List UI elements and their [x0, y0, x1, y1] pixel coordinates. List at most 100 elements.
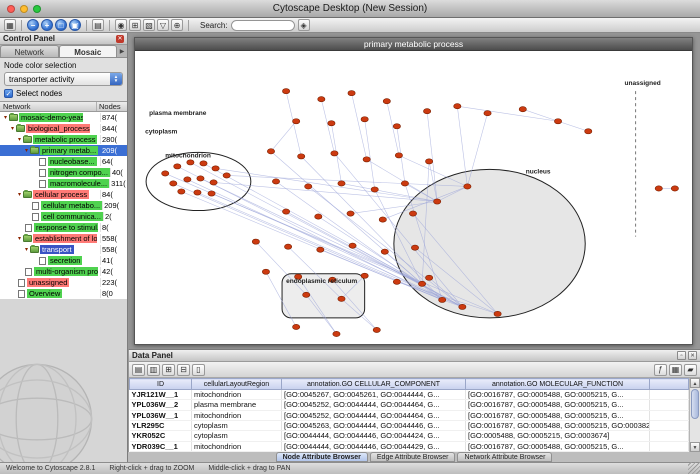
table-cell[interactable]: cytoplasm: [192, 420, 282, 430]
network-node[interactable]: [371, 187, 378, 192]
show-graphics-details-icon[interactable]: ▤: [92, 19, 104, 31]
network-node[interactable]: [317, 247, 324, 252]
network-node[interactable]: [282, 89, 289, 94]
network-node[interactable]: [162, 171, 169, 176]
network-edge[interactable]: [271, 121, 296, 151]
network-edge[interactable]: [352, 93, 367, 159]
tree-row[interactable]: nucleobase...64(: [0, 156, 127, 167]
tree-column-nodes[interactable]: Nodes: [97, 102, 127, 111]
import-attributes-icon[interactable]: ▦: [669, 364, 682, 376]
network-node[interactable]: [331, 151, 338, 156]
zoom-to-fit-icon[interactable]: ▣: [69, 19, 81, 31]
table-cell[interactable]: YLR295C: [130, 420, 192, 430]
network-edge[interactable]: [286, 91, 301, 156]
network-node[interactable]: [328, 121, 335, 126]
network-node[interactable]: [318, 97, 325, 102]
tree-row[interactable]: cellular metabo...209(: [0, 200, 127, 211]
network-node[interactable]: [423, 109, 430, 114]
destroy-network-icon[interactable]: ▦: [4, 19, 16, 31]
network-canvas[interactable]: plasma membranecytoplasmmitochondrionnuc…: [135, 51, 692, 344]
zoom-in-icon[interactable]: +: [41, 19, 53, 31]
network-node[interactable]: [395, 153, 402, 158]
network-edge[interactable]: [558, 121, 588, 131]
network-node[interactable]: [411, 245, 418, 250]
table-row[interactable]: YDR039C__1mitochondrion[GO:0044444, GO:0…: [130, 441, 689, 451]
network-node[interactable]: [348, 91, 355, 96]
table-cell[interactable]: YJR121W__1: [130, 390, 192, 400]
tree-row[interactable]: nitrogen compo...40(: [0, 167, 127, 178]
more-tabs-icon[interactable]: ▶: [117, 48, 127, 57]
expand-arrow-icon[interactable]: ▾: [23, 147, 30, 154]
network-node[interactable]: [393, 279, 400, 284]
network-node[interactable]: [315, 214, 322, 219]
network-edge[interactable]: [256, 242, 306, 295]
network-node[interactable]: [178, 189, 185, 194]
network-node[interactable]: [262, 269, 269, 274]
network-node[interactable]: [361, 273, 368, 278]
column-header[interactable]: cellularLayoutRegion: [192, 379, 282, 390]
table-cell[interactable]: [GO:0016787, GO:0005488, GO:0005215, G..…: [466, 410, 650, 420]
network-node[interactable]: [434, 199, 441, 204]
network-edge[interactable]: [457, 106, 558, 121]
network-node[interactable]: [184, 177, 191, 182]
table-cell[interactable]: [GO:0016787, GO:0005488, GO:0005215, GO:…: [466, 420, 650, 430]
table-cell[interactable]: cytoplasm: [192, 431, 282, 441]
network-edge[interactable]: [203, 163, 422, 283]
search-input[interactable]: [231, 20, 295, 31]
tree-column-network[interactable]: Network: [0, 102, 97, 111]
network-node[interactable]: [655, 186, 662, 191]
expand-arrow-icon[interactable]: ▾: [16, 191, 23, 198]
column-header[interactable]: ID: [130, 379, 192, 390]
table-cell[interactable]: plasma membrane: [192, 400, 282, 410]
network-node[interactable]: [282, 209, 289, 214]
network-node[interactable]: [338, 296, 345, 301]
network-node[interactable]: [464, 184, 471, 189]
expand-arrow-icon[interactable]: ▾: [16, 235, 23, 242]
tree-row[interactable]: Overview8(0: [0, 288, 127, 299]
table-cell[interactable]: YPL036W__2: [130, 400, 192, 410]
delete-attribute-icon[interactable]: ⊟: [177, 364, 190, 376]
tree-row[interactable]: response to stimul...8(: [0, 222, 127, 233]
select-nodes-checkbox[interactable]: ✓: [4, 89, 13, 98]
node-color-attribute-select[interactable]: transporter activity ▲ ▼: [4, 72, 123, 86]
network-node[interactable]: [383, 99, 390, 104]
import-network-icon[interactable]: ⊞: [129, 19, 141, 31]
expand-arrow-icon[interactable]: ▾: [23, 246, 30, 253]
tree-row[interactable]: unassigned223(: [0, 277, 127, 288]
zoom-window-button[interactable]: [33, 5, 41, 13]
tree-row[interactable]: ▾metabolic process280(: [0, 134, 127, 145]
filters-icon[interactable]: ▽: [157, 19, 169, 31]
tree-row[interactable]: ▾cellular process84(: [0, 189, 127, 200]
network-node[interactable]: [361, 117, 368, 122]
network-node[interactable]: [223, 173, 230, 178]
tab-mosaic[interactable]: Mosaic: [59, 45, 118, 57]
resize-grip[interactable]: [688, 462, 700, 474]
network-edge[interactable]: [523, 109, 558, 121]
network-edge[interactable]: [365, 119, 375, 189]
network-node[interactable]: [373, 327, 380, 332]
expand-arrow-icon[interactable]: ▾: [2, 114, 9, 121]
tab-network-attribute-browser[interactable]: Network Attribute Browser: [457, 452, 552, 462]
select-attributes-icon[interactable]: ▤: [132, 364, 145, 376]
scroll-down-icon[interactable]: ▼: [690, 442, 700, 452]
table-cell[interactable]: [GO:0005488, GO:0005215, GO:0003674]: [466, 431, 650, 441]
scrollbar-thumb[interactable]: [691, 389, 699, 419]
network-node[interactable]: [305, 184, 312, 189]
table-scrollbar[interactable]: ▲ ▼: [689, 378, 700, 452]
network-node[interactable]: [379, 217, 386, 222]
close-panel-icon[interactable]: ✕: [116, 35, 124, 43]
network-node[interactable]: [267, 149, 274, 154]
network-node[interactable]: [208, 191, 215, 196]
network-node[interactable]: [494, 311, 501, 316]
network-edge[interactable]: [367, 159, 438, 201]
table-cell[interactable]: [GO:0045267, GO:0045261, GO:0044444, G..…: [282, 390, 466, 400]
table-cell[interactable]: mitochondrion: [192, 410, 282, 420]
network-node[interactable]: [298, 154, 305, 159]
close-window-button[interactable]: [7, 5, 15, 13]
network-node[interactable]: [671, 186, 678, 191]
table-row[interactable]: YLR295Ccytoplasm[GO:0045263, GO:0044444,…: [130, 420, 689, 430]
table-cell[interactable]: [GO:0045252, GO:0044444, GO:0044464, G..…: [282, 400, 466, 410]
network-node[interactable]: [333, 331, 340, 336]
zoom-out-icon[interactable]: −: [27, 19, 39, 31]
column-header[interactable]: annotation.GO CELLULAR_COMPONENT: [282, 379, 466, 390]
